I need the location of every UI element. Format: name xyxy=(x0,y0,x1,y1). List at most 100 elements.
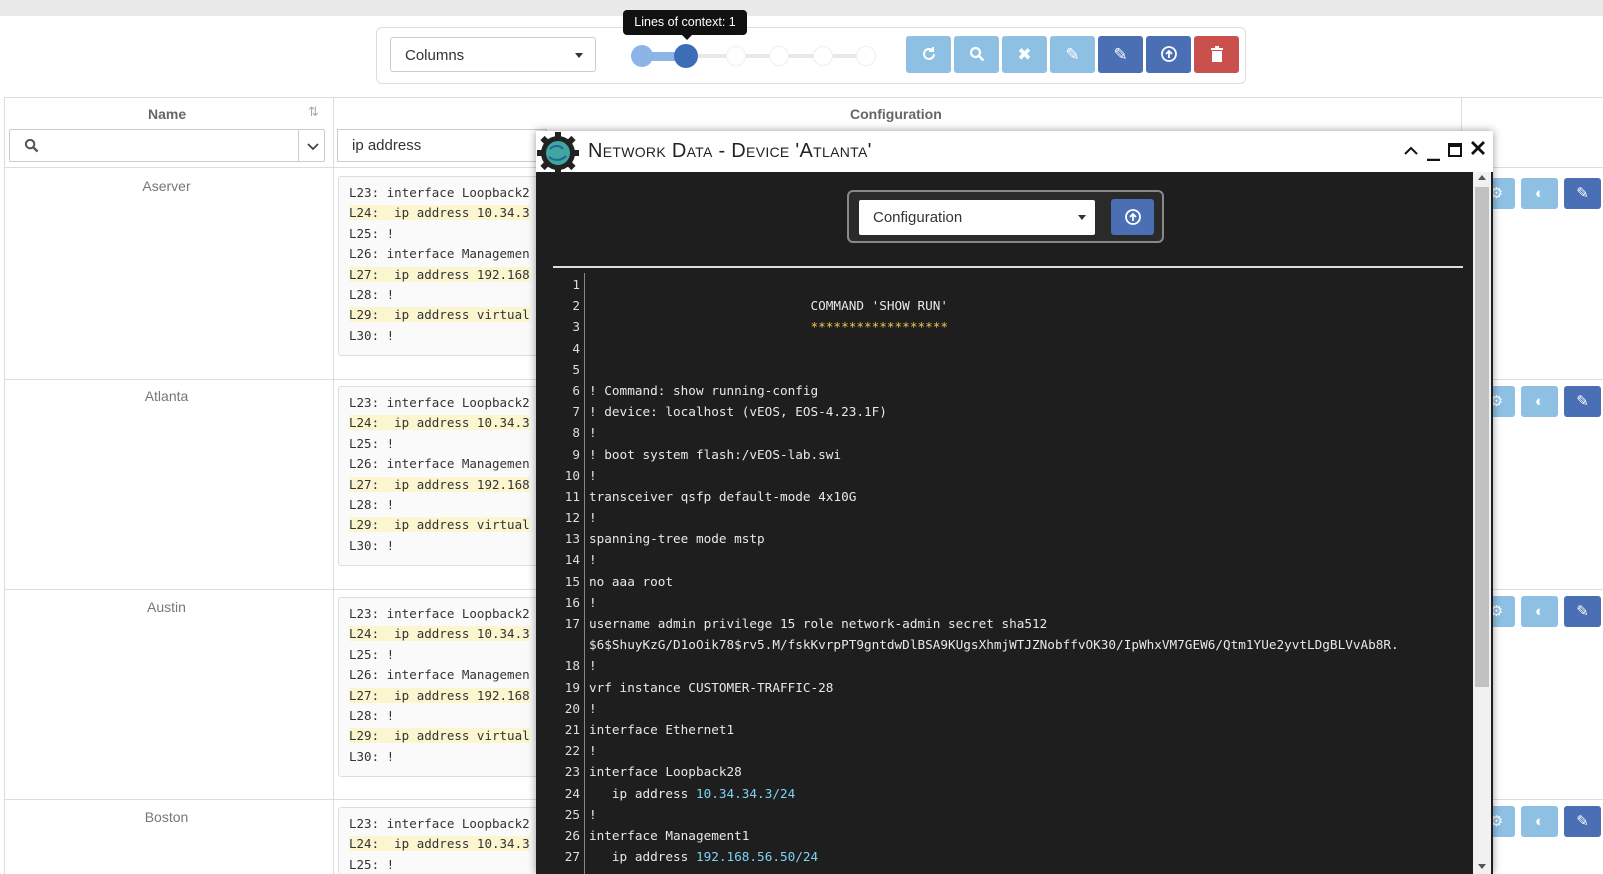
slider-step-0[interactable] xyxy=(631,45,653,67)
close-icon[interactable] xyxy=(1470,140,1486,161)
export-button[interactable] xyxy=(1146,36,1191,73)
search-button[interactable] xyxy=(954,36,999,73)
window-titlebar[interactable]: Network Data - Device 'Atlanta' xyxy=(536,131,1493,174)
code-text: ! xyxy=(589,700,597,716)
snippet-line: L26: interface Managemen xyxy=(349,667,530,683)
code-line: 21 interface Ethernet1 xyxy=(536,719,1461,740)
snippet-line: L29: ip address virtual xyxy=(349,517,530,533)
snippet-line: L24: ip address 10.34.3 xyxy=(349,415,530,431)
code-line: 6 ! Command: show running-config xyxy=(536,380,1461,401)
code-line: 4 xyxy=(536,338,1461,359)
edit-square-icon: ✎ xyxy=(1576,393,1589,410)
contrast-button[interactable]: ◐ xyxy=(1521,806,1558,837)
chevron-down-icon[interactable] xyxy=(307,143,319,151)
data-type-dropdown[interactable]: Configuration xyxy=(859,200,1095,235)
code-line: 16! xyxy=(536,592,1461,613)
edit-row-button[interactable]: ✎ xyxy=(1564,596,1601,627)
snippet-line: L25: ! xyxy=(349,435,395,451)
slider-step-4[interactable] xyxy=(813,46,833,66)
snippet-line: L24: ip address 10.34.3 xyxy=(349,205,530,221)
slider-step-3[interactable] xyxy=(769,46,789,66)
trash-icon xyxy=(1210,46,1223,62)
column-header-name[interactable]: Name xyxy=(148,106,186,122)
filter-divider xyxy=(298,130,299,161)
contrast-button[interactable]: ◐ xyxy=(1521,596,1558,627)
scrollbar-thumb[interactable] xyxy=(1475,187,1489,687)
clear-button[interactable]: ✖ xyxy=(1002,36,1047,73)
code-text: ! xyxy=(589,806,597,822)
contrast-icon: ◐ xyxy=(1534,603,1545,620)
code-text: COMMAND 'SHOW RUN' xyxy=(589,298,949,314)
snippet-line: L29: ip address virtual xyxy=(349,307,530,323)
snippet-line: L24: ip address 10.34.3 xyxy=(349,836,530,852)
config-filter-input[interactable]: ip address xyxy=(337,129,547,162)
table-top-border xyxy=(4,97,1603,98)
delete-button[interactable] xyxy=(1194,36,1239,73)
scroll-up-icon[interactable] xyxy=(1478,175,1486,180)
ip-address-value: 192.168.56.50/24 xyxy=(695,849,819,865)
slider-step-5[interactable] xyxy=(856,46,876,66)
code-text: interface Loopback28 xyxy=(589,764,742,780)
bulk-edit-button[interactable]: ✎ xyxy=(1098,36,1143,73)
contrast-button[interactable]: ◐ xyxy=(1521,178,1558,209)
line-number: 24 xyxy=(564,785,580,801)
code-line: 18! xyxy=(536,655,1461,676)
edit-button[interactable]: ✎ xyxy=(1050,36,1095,73)
close-icon: ✖ xyxy=(1017,45,1032,64)
code-text: ip address 192.168.56.50/24 xyxy=(589,849,819,865)
caret-down-icon xyxy=(575,53,583,58)
line-number: 15 xyxy=(564,573,580,589)
slider-step-2[interactable] xyxy=(726,46,746,66)
code-line: 20! xyxy=(536,698,1461,719)
sort-icon[interactable]: ⇅ xyxy=(308,104,319,120)
line-number: 5 xyxy=(572,361,580,377)
snippet-line: L25: ! xyxy=(349,856,395,872)
config-snippet: L23: interface Loopback2 L24: ip address… xyxy=(338,807,548,874)
edit-row-button[interactable]: ✎ xyxy=(1564,806,1601,837)
contrast-button[interactable]: ◐ xyxy=(1521,386,1558,417)
caret-down-icon xyxy=(1078,215,1086,220)
snippet-line: L23: interface Loopback2 xyxy=(349,395,530,410)
line-number: 16 xyxy=(564,594,580,610)
line-number: 11 xyxy=(564,488,580,504)
columns-dropdown[interactable]: Columns xyxy=(390,37,596,72)
context-slider-handle[interactable] xyxy=(674,44,698,68)
line-number: 26 xyxy=(564,827,580,843)
scroll-down-icon[interactable] xyxy=(1478,864,1486,869)
minimize-icon[interactable] xyxy=(1427,145,1440,166)
row-name-boston: Boston xyxy=(144,809,189,825)
contrast-icon: ◐ xyxy=(1534,393,1545,410)
app-logo-icon xyxy=(537,132,579,174)
code-text: ****************** xyxy=(589,319,949,335)
row-name-atlanta: Atlanta xyxy=(144,388,189,404)
search-icon xyxy=(969,46,984,62)
snippet-line: L23: interface Loopback2 xyxy=(349,816,530,831)
maximize-icon[interactable] xyxy=(1448,141,1462,162)
refresh-icon xyxy=(922,47,935,60)
code-text: ! xyxy=(589,743,597,759)
refresh-button[interactable] xyxy=(906,36,951,73)
context-tooltip: Lines of context: 1 xyxy=(623,10,747,35)
line-number: 17 xyxy=(564,616,580,631)
edit-row-button[interactable]: ✎ xyxy=(1564,386,1601,417)
column-header-configuration[interactable]: Configuration xyxy=(850,106,942,122)
download-button[interactable] xyxy=(1111,199,1154,235)
snippet-line: L25: ! xyxy=(349,225,395,241)
snippet-line: L28: ! xyxy=(349,497,395,513)
name-filter-input[interactable] xyxy=(9,129,325,162)
edit-square-icon: ✎ xyxy=(1576,185,1589,202)
snippet-line: L27: ip address 192.168 xyxy=(349,266,530,282)
scrollbar[interactable] xyxy=(1473,172,1491,874)
snippet-line: L30: ! xyxy=(349,537,395,553)
edit-row-button[interactable]: ✎ xyxy=(1564,178,1601,209)
upload-circle-icon xyxy=(1124,209,1141,225)
code-line: 19 vrf instance CUSTOMER-TRAFFIC-28 xyxy=(536,677,1461,698)
code-text: spanning-tree mode mstp xyxy=(589,531,765,547)
network-data-window: Network Data - Device 'Atlanta' Configur… xyxy=(536,131,1493,874)
collapse-icon[interactable] xyxy=(1404,139,1418,160)
code-text: ! xyxy=(589,425,597,441)
line-number: 21 xyxy=(564,721,580,737)
line-number: 14 xyxy=(564,552,580,568)
line-number: 2 xyxy=(572,298,580,314)
code-text: ! boot system flash:/vEOS-lab.swi xyxy=(589,446,842,462)
